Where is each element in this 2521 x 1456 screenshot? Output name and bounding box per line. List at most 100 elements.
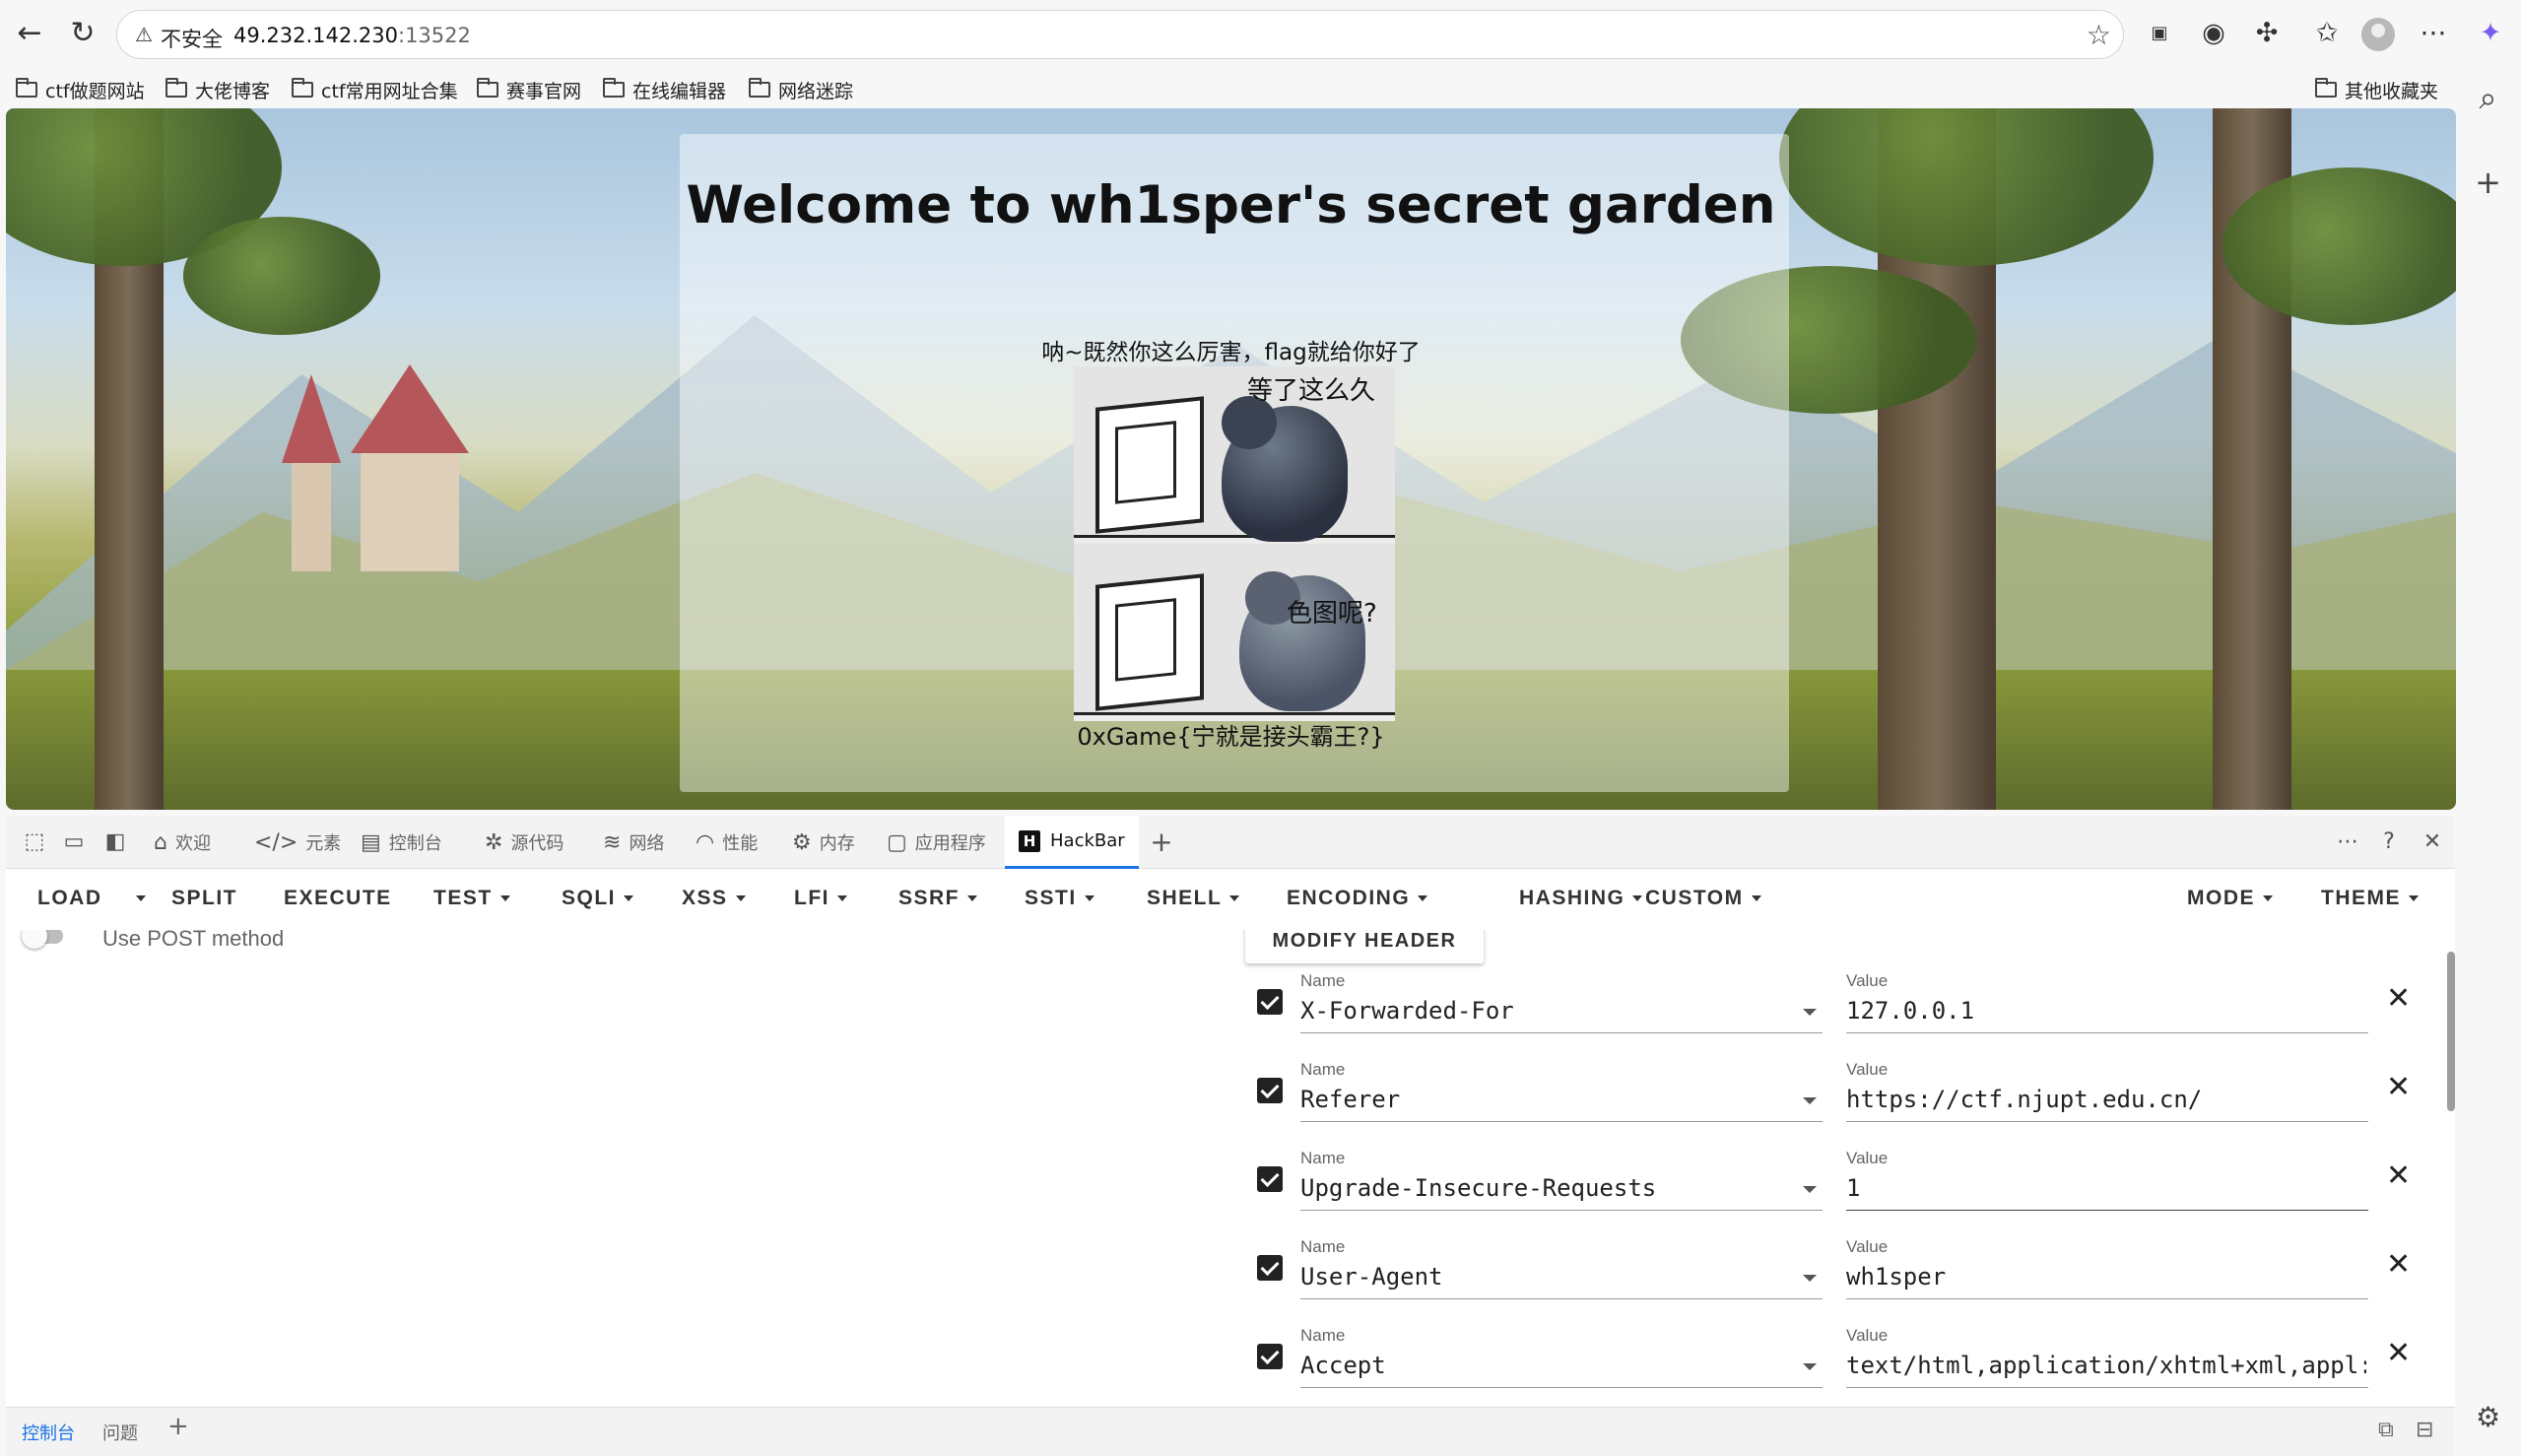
chevron-down-icon: [1632, 895, 1643, 902]
header-value-input[interactable]: wh1sper: [1846, 1263, 2366, 1291]
back-arrow-icon[interactable]: ←: [12, 16, 47, 51]
warning-icon[interactable]: ⚠: [135, 23, 153, 46]
header-value-input[interactable]: 127.0.0.1: [1846, 997, 2366, 1025]
lfi-menu[interactable]: LFI: [794, 887, 847, 910]
header-name-dropdown-icon[interactable]: [1803, 1186, 1817, 1193]
more-menu-icon[interactable]: ⋯: [2414, 14, 2453, 53]
mode-menu[interactable]: MODE: [2187, 887, 2273, 910]
add-tab-icon[interactable]: +: [1147, 827, 1176, 857]
add-icon[interactable]: +: [2455, 164, 2521, 201]
tab-elements[interactable]: </> 元素: [254, 816, 341, 869]
tab-welcome[interactable]: ⌂ 欢迎: [154, 816, 211, 869]
devtools-panel: ⬚ ▭ ◧ ⌂ 欢迎 </> 元素 ▤ 控制台 ✲ 源代码 ≋ 网络 ◠ 性能 ⚙ 内存 ▢ 应…: [6, 816, 2455, 1456]
settings-gear-icon[interactable]: ⚙: [2455, 1401, 2521, 1433]
header-name-dropdown-icon[interactable]: [1803, 1363, 1817, 1370]
profile-avatar[interactable]: [2361, 18, 2395, 51]
drawer-tab-console[interactable]: 控制台: [22, 1420, 75, 1445]
address-bar[interactable]: ⚠ 不安全 49.232.142.230:13522 ☆: [116, 10, 2124, 59]
shell-menu[interactable]: SHELL: [1147, 887, 1240, 910]
tab-network[interactable]: ≋ 网络: [603, 816, 664, 869]
tab-memory[interactable]: ⚙ 内存: [792, 816, 855, 869]
search-icon[interactable]: ⌕: [2455, 79, 2521, 117]
expand-drawer-icon[interactable]: ⊟: [2416, 1418, 2433, 1442]
help-icon[interactable]: ?: [2374, 827, 2404, 857]
bookmark-folder[interactable]: 赛事官网: [477, 74, 581, 105]
header-enabled-checkbox[interactable]: [1257, 989, 1283, 1015]
remove-header-icon[interactable]: ✕: [2386, 1070, 2411, 1104]
sqli-menu[interactable]: SQLI: [562, 887, 634, 910]
monitor-drawing: [1095, 396, 1204, 534]
hackbar-body: Use POST method MODIFY HEADER Name X-For…: [6, 930, 2455, 1407]
load-dropdown-icon[interactable]: [128, 887, 146, 910]
custom-menu[interactable]: CUSTOM: [1645, 887, 1761, 910]
dock-side-icon[interactable]: ◧: [100, 827, 130, 857]
xss-menu[interactable]: XSS: [682, 887, 746, 910]
folder-icon: [603, 78, 625, 98]
bookmark-folder[interactable]: 在线编辑器: [603, 74, 726, 105]
ssti-menu[interactable]: SSTI: [1025, 887, 1095, 910]
meme-panel-bottom: 色图呢?: [1074, 544, 1395, 715]
remove-header-icon[interactable]: ✕: [2386, 1158, 2411, 1193]
favorite-star-icon[interactable]: ☆: [2087, 19, 2111, 51]
extensions-puzzle-icon[interactable]: ✣: [2247, 14, 2287, 53]
header-name-dropdown-icon[interactable]: [1803, 1275, 1817, 1282]
header-enabled-checkbox[interactable]: [1257, 1078, 1283, 1103]
header-name-underline: [1300, 1387, 1823, 1388]
url-text[interactable]: 49.232.142.230:13522: [233, 24, 471, 47]
header-name-dropdown-icon[interactable]: [1803, 1009, 1817, 1016]
header-value-label: Value: [1846, 971, 1889, 990]
security-status[interactable]: 不安全: [161, 24, 223, 53]
hashing-menu[interactable]: HASHING: [1519, 887, 1643, 910]
header-enabled-checkbox[interactable]: [1257, 1344, 1283, 1369]
sidebar-rail: ⌕ + ⚙: [2455, 69, 2521, 1456]
inspect-element-icon[interactable]: ⬚: [20, 827, 49, 857]
header-enabled-checkbox[interactable]: [1257, 1166, 1283, 1192]
bookmark-folder[interactable]: 网络迷踪: [749, 74, 853, 105]
hackbar-scrollbar[interactable]: [2447, 952, 2455, 1111]
drawer-add-tab-icon[interactable]: +: [167, 1412, 189, 1441]
ssrf-menu[interactable]: SSRF: [898, 887, 978, 910]
copilot-icon[interactable]: ✦: [2471, 14, 2510, 53]
header-name-input[interactable]: User-Agent: [1300, 1263, 1793, 1291]
extension-md-icon[interactable]: ▣: [2140, 14, 2179, 53]
favorites-icon[interactable]: ✩: [2307, 14, 2347, 53]
test-menu[interactable]: TEST: [433, 887, 510, 910]
post-method-toggle-knob[interactable]: [22, 930, 47, 949]
reload-icon[interactable]: ↻: [65, 16, 100, 51]
modify-header-button[interactable]: MODIFY HEADER: [1245, 930, 1484, 963]
header-name-dropdown-icon[interactable]: [1803, 1097, 1817, 1104]
execute-button[interactable]: EXECUTE: [284, 887, 392, 910]
split-button[interactable]: SPLIT: [171, 887, 237, 910]
theme-menu[interactable]: THEME: [2321, 887, 2419, 910]
tab-application[interactable]: ▢ 应用程序: [887, 816, 986, 869]
tab-performance[interactable]: ◠ 性能: [696, 816, 758, 869]
device-emulation-icon[interactable]: ▭: [59, 827, 89, 857]
tab-hackbar[interactable]: H HackBar: [1005, 816, 1139, 869]
dock-drawer-icon[interactable]: ⧉: [2378, 1418, 2394, 1442]
tab-console[interactable]: ▤ 控制台: [361, 816, 442, 869]
load-button[interactable]: LOAD: [37, 887, 102, 910]
header-name-input[interactable]: Referer: [1300, 1086, 1793, 1113]
more-options-icon[interactable]: ⋯: [2333, 827, 2362, 857]
extension-circle-icon[interactable]: ◉: [2194, 14, 2233, 53]
header-value-input[interactable]: text/html,application/xhtml+xml,appl:: [1846, 1352, 2366, 1379]
header-enabled-checkbox[interactable]: [1257, 1255, 1283, 1281]
header-name-input[interactable]: Upgrade-Insecure-Requests: [1300, 1174, 1793, 1202]
other-bookmarks[interactable]: 其他收藏夹: [2315, 74, 2438, 105]
close-devtools-icon[interactable]: ✕: [2418, 827, 2447, 857]
console-icon: ▤: [361, 829, 381, 855]
header-name-input[interactable]: Accept: [1300, 1352, 1793, 1379]
header-value-input[interactable]: https://ctf.njupt.edu.cn/: [1846, 1086, 2366, 1113]
remove-header-icon[interactable]: ✕: [2386, 981, 2411, 1016]
bookmark-folder[interactable]: 大佬博客: [166, 74, 270, 105]
remove-header-icon[interactable]: ✕: [2386, 1247, 2411, 1282]
header-name-input[interactable]: X-Forwarded-For: [1300, 997, 1793, 1025]
encoding-menu[interactable]: ENCODING: [1287, 887, 1428, 910]
bookmark-folder[interactable]: ctf常用网址合集: [292, 74, 458, 105]
tab-sources[interactable]: ✲ 源代码: [485, 816, 564, 869]
remove-header-icon[interactable]: ✕: [2386, 1336, 2411, 1370]
drawer-tab-issues[interactable]: 问题: [102, 1420, 138, 1445]
hackbar-menu: LOAD SPLIT EXECUTE TEST SQLI XSS LFI SSR…: [6, 869, 2455, 930]
header-value-input[interactable]: 1: [1846, 1174, 2366, 1202]
bookmark-folder[interactable]: ctf做题网站: [16, 74, 145, 105]
